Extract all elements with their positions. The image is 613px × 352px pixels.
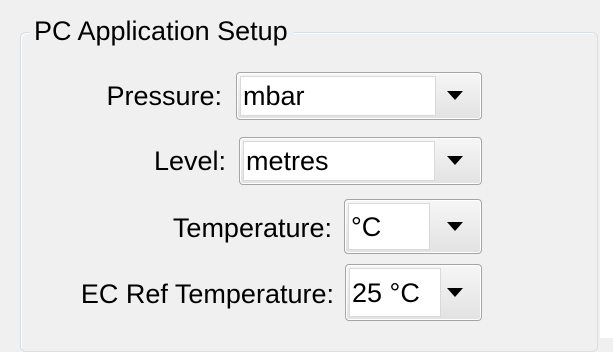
chevron-down-icon	[447, 287, 463, 297]
group-title: PC Application Setup	[30, 14, 294, 48]
chevron-down-icon	[447, 156, 463, 165]
adjacent-panel-edge	[600, 0, 613, 338]
level-label: Level:	[153, 146, 226, 176]
temperature-value: °C	[351, 211, 382, 242]
ec-ref-temperature-label: EC Ref Temperature:	[80, 279, 334, 309]
temperature-dropdown[interactable]: °C	[344, 199, 482, 254]
ec-ref-temperature-dropdown[interactable]: 25 °C	[345, 264, 482, 321]
temperature-label: Temperature:	[172, 213, 332, 243]
pressure-label: Pressure:	[106, 81, 222, 111]
level-dropdown[interactable]: metres	[239, 137, 482, 185]
pressure-dropdown[interactable]: mbar	[236, 72, 482, 120]
level-value: metres	[246, 146, 329, 176]
ec-ref-temperature-value: 25 °C	[352, 277, 420, 308]
pressure-value: mbar	[243, 81, 305, 111]
chevron-down-icon	[447, 221, 463, 231]
chevron-down-icon	[447, 91, 463, 100]
